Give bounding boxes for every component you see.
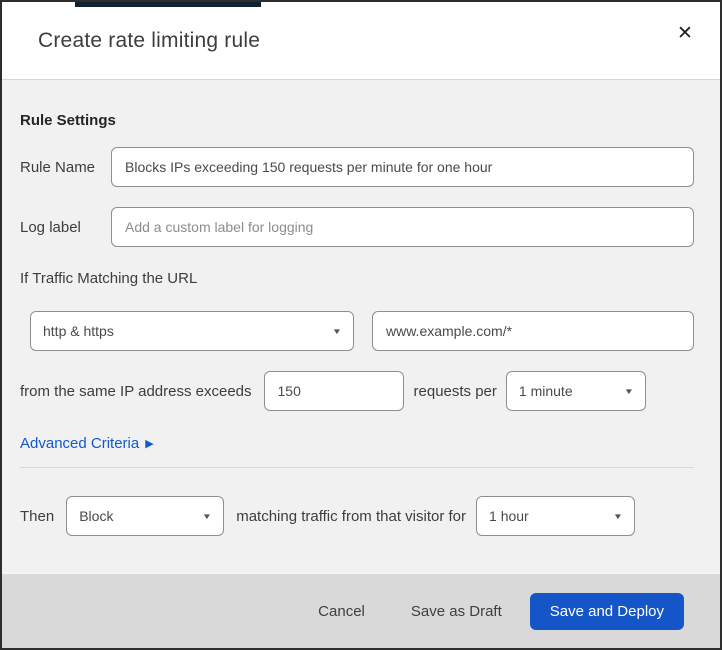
save-as-draft-button[interactable]: Save as Draft bbox=[401, 595, 512, 628]
chevron-down-icon: ▼ bbox=[623, 386, 635, 396]
section-divider bbox=[20, 467, 694, 468]
url-pattern-input[interactable] bbox=[372, 311, 694, 351]
advanced-criteria-label: Advanced Criteria bbox=[20, 435, 140, 452]
save-and-deploy-button[interactable]: Save and Deploy bbox=[529, 592, 684, 630]
background-page-strip bbox=[75, 2, 261, 7]
close-button[interactable]: ✕ bbox=[670, 18, 700, 48]
rule-name-label: Rule Name bbox=[20, 158, 96, 176]
log-label-row: Log label bbox=[20, 207, 694, 247]
action-select[interactable]: Block ▼ bbox=[66, 496, 225, 536]
chevron-right-icon: ▶ bbox=[145, 438, 154, 450]
threshold-prefix-text: from the same IP address exceeds bbox=[20, 382, 252, 400]
chevron-down-icon: ▼ bbox=[202, 511, 213, 521]
rule-settings-heading: Rule Settings bbox=[20, 112, 116, 129]
advanced-criteria-link[interactable]: Advanced Criteria ▶ bbox=[20, 435, 154, 452]
action-row: Then Block ▼ matching traffic from that … bbox=[20, 496, 694, 536]
traffic-match-heading: If Traffic Matching the URL bbox=[20, 270, 198, 287]
action-middle-text: matching traffic from that visitor for bbox=[236, 507, 467, 525]
then-text: Then bbox=[20, 507, 55, 525]
action-select-value: Block bbox=[79, 508, 114, 524]
rule-name-input[interactable] bbox=[111, 147, 694, 187]
log-label-input[interactable] bbox=[111, 207, 694, 247]
dialog-body: Rule Settings Rule Name Log label If Tra… bbox=[2, 80, 720, 572]
cancel-button[interactable]: Cancel bbox=[308, 595, 375, 628]
dialog-header: Create rate limiting rule ✕ bbox=[2, 2, 720, 80]
duration-select[interactable]: 1 hour ▼ bbox=[476, 496, 636, 536]
chevron-down-icon: ▼ bbox=[331, 326, 343, 336]
rule-name-row: Rule Name bbox=[20, 147, 694, 187]
scheme-select-value: http & https bbox=[43, 323, 114, 339]
period-select[interactable]: 1 minute ▼ bbox=[505, 371, 646, 411]
scheme-row: http & https ▼ bbox=[20, 311, 694, 351]
threshold-row: from the same IP address exceeds request… bbox=[20, 371, 694, 411]
scheme-select[interactable]: http & https ▼ bbox=[30, 311, 354, 351]
request-count-input[interactable] bbox=[263, 371, 404, 411]
log-label-label: Log label bbox=[20, 218, 81, 236]
close-icon: ✕ bbox=[677, 22, 693, 44]
page-title: Create rate limiting rule bbox=[38, 28, 261, 52]
threshold-middle-text: requests per bbox=[413, 382, 497, 400]
dialog-footer: Cancel Save as Draft Save and Deploy bbox=[2, 572, 720, 648]
create-rate-limiting-rule-dialog: Create rate limiting rule ✕ Rule Setting… bbox=[0, 0, 722, 650]
chevron-down-icon: ▼ bbox=[612, 511, 624, 521]
duration-select-value: 1 hour bbox=[489, 508, 529, 524]
period-select-value: 1 minute bbox=[518, 383, 573, 399]
